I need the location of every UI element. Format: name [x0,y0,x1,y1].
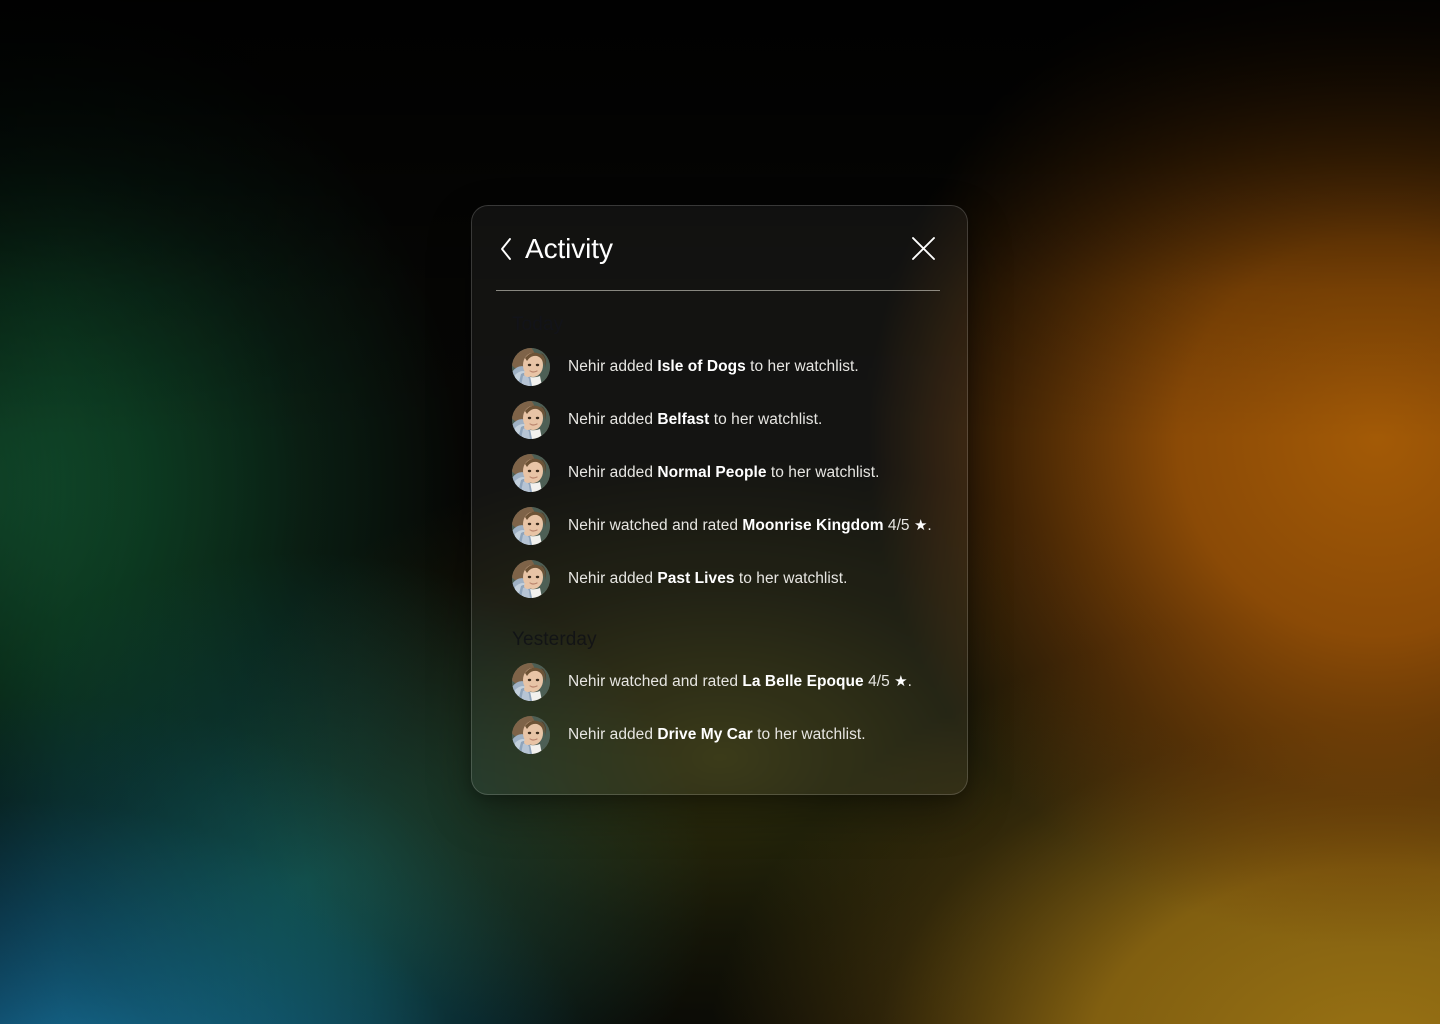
back-button[interactable] [495,233,517,265]
activity-end: . [907,673,912,690]
section-label-today: Today [512,314,564,335]
avatar[interactable] [512,400,550,439]
activity-row[interactable]: Nehir added Belfast to her watchlist. [496,393,943,446]
avatar[interactable] [512,506,550,545]
activity-title: Belfast [657,411,710,428]
close-icon [910,235,937,262]
activity-title: Past Lives [657,570,735,587]
activity-suffix: to her watchlist. [745,358,859,375]
page-title: Activity [525,232,613,264]
avatar[interactable] [512,662,550,701]
activity-suffix: to her watchlist. [752,726,866,743]
activity-row[interactable]: Nehir added Isle of Dogs to her watchlis… [496,340,943,393]
activity-title: Isle of Dogs [657,358,746,375]
avatar[interactable] [512,347,550,386]
activity-suffix: to her watchlist. [734,570,848,587]
activity-prefix: Nehir watched and rated [568,673,743,690]
panel-header: Activity [472,206,967,291]
header-divider [496,290,940,291]
activity-prefix: Nehir added [568,411,658,428]
chevron-left-icon [499,237,513,261]
activity-rating: 4/5 [887,517,910,534]
activity-text: Nehir added Normal People to her watchli… [568,462,879,483]
activity-prefix: Nehir watched and rated [568,517,743,534]
section-label-yesterday: Yesterday [512,629,597,650]
activity-prefix: Nehir added [568,726,658,743]
activity-panel: Activity Today Nehir added Isle of Dogs t… [471,205,968,795]
avatar[interactable] [512,559,550,598]
activity-row[interactable]: Nehir added Past Lives to her watchlist. [496,552,943,605]
activity-suffix: to her watchlist. [766,464,880,481]
activity-row[interactable]: Nehir added Normal People to her watchli… [496,446,943,499]
activity-text: Nehir added Past Lives to her watchlist. [568,568,847,589]
activity-list: Today Nehir added Isle of Dogs to her wat… [472,291,967,761]
activity-row[interactable]: Nehir watched and rated La Belle Epoque … [496,655,943,708]
star-icon: ★ [894,673,908,690]
close-button[interactable] [907,233,939,265]
avatar[interactable] [512,715,550,754]
star-icon: ★ [913,517,928,534]
activity-row[interactable]: Nehir watched and rated Moonrise Kingdom… [496,499,943,552]
activity-title: Normal People [657,464,767,481]
activity-title: Moonrise Kingdom [742,517,884,534]
activity-text: Nehir watched and rated La Belle Epoque … [568,671,912,692]
activity-prefix: Nehir added [568,570,658,587]
activity-prefix: Nehir added [568,358,658,375]
activity-text: Nehir added Belfast to her watchlist. [568,409,822,430]
avatar[interactable] [512,453,550,492]
activity-title: La Belle Epoque [742,673,864,690]
activity-text: Nehir added Isle of Dogs to her watchlis… [568,356,859,377]
activity-suffix: to her watchlist. [709,411,823,428]
activity-rating: 4/5 [868,673,890,690]
activity-row[interactable]: Nehir added Drive My Car to her watchlis… [496,708,943,761]
activity-title: Drive My Car [657,726,753,743]
activity-text: Nehir watched and rated Moonrise Kingdom… [568,515,932,536]
activity-text: Nehir added Drive My Car to her watchlis… [568,724,866,745]
activity-prefix: Nehir added [568,464,658,481]
activity-end: . [927,517,932,534]
